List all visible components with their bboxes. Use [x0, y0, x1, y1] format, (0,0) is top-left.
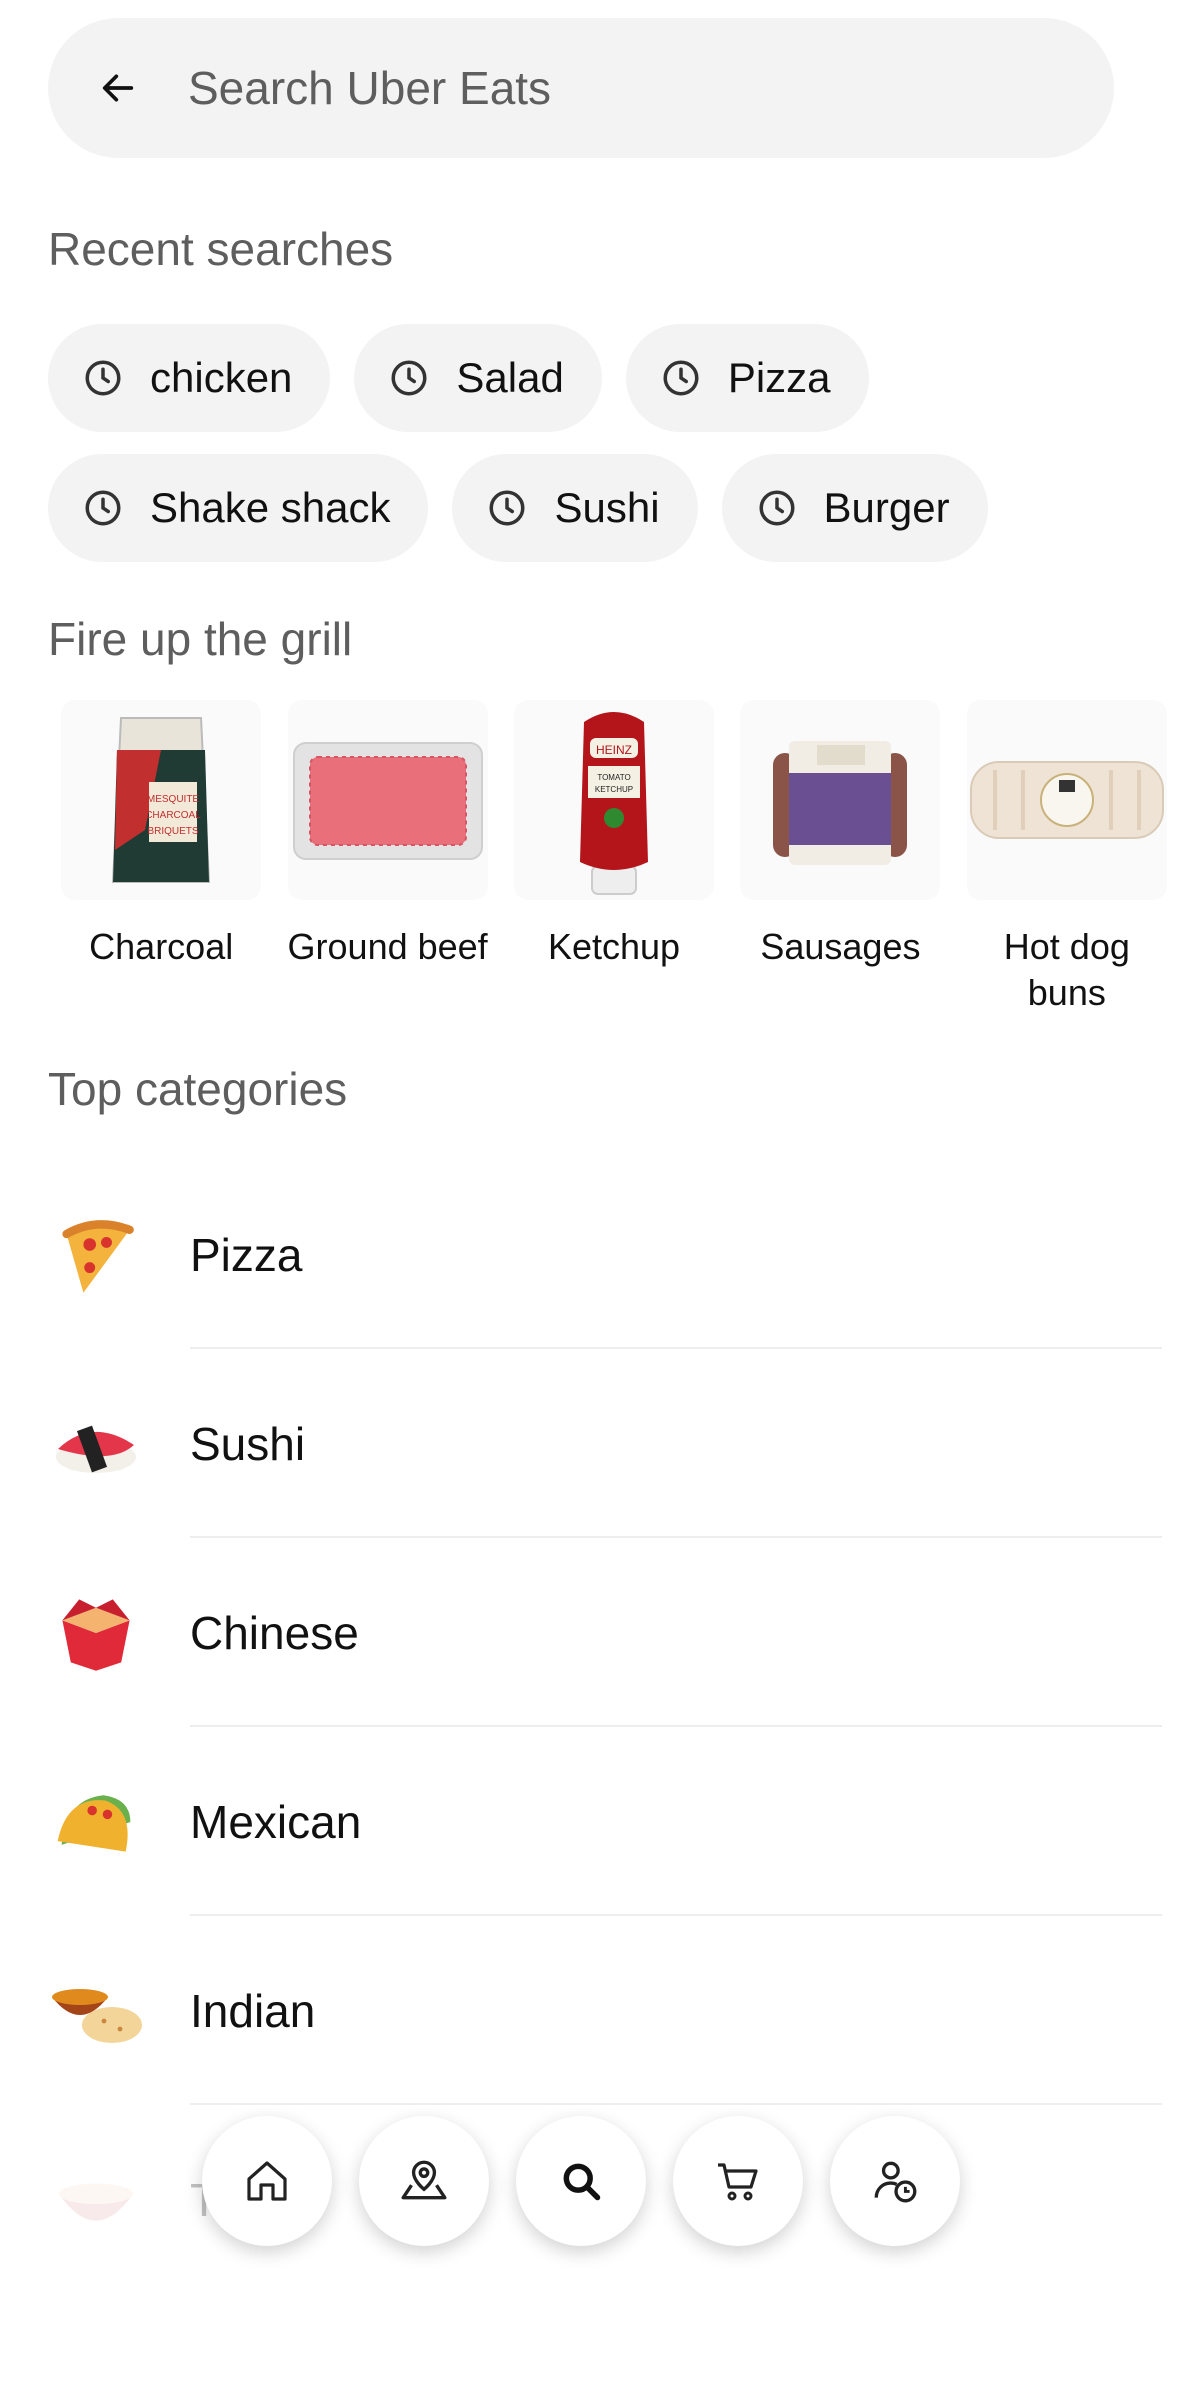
category-row-chinese[interactable]: Chinese: [0, 1538, 1180, 1727]
takeout-box-icon: [48, 1585, 144, 1681]
clock-icon: [82, 487, 124, 529]
home-icon: [247, 2161, 287, 2201]
ground-beef-tray-image: [287, 700, 488, 900]
grill-item-sausages[interactable]: Sausages: [727, 700, 953, 1016]
nav-account-button[interactable]: [830, 2116, 960, 2246]
recent-chips-row-1: chicken Salad Pizza: [48, 324, 869, 432]
taco-icon: [48, 1774, 144, 1870]
nav-search-button[interactable]: [516, 2116, 646, 2246]
cart-icon: [718, 2163, 758, 2201]
grill-item-label: Ketchup: [547, 926, 681, 967]
clock-icon: [82, 357, 124, 399]
grill-item-label: Sausages: [760, 926, 921, 967]
map-pin-icon: [401, 2160, 447, 2200]
svg-text:CHARCOAL: CHARCOAL: [145, 810, 201, 821]
category-label: Indian: [190, 1984, 316, 2037]
recent-searches-title: Recent searches: [48, 223, 394, 275]
clock-icon: [756, 487, 798, 529]
bottom-nav: [202, 2116, 962, 2246]
grill-item-charcoal[interactable]: MESQUITE CHARCOAL BRIQUETS Charcoal: [48, 700, 274, 1016]
category-label: Chinese: [190, 1606, 359, 1659]
category-label: Sushi: [190, 1417, 306, 1470]
svg-text:BRIQUETS: BRIQUETS: [148, 826, 199, 837]
grill-item-ketchup[interactable]: HEINZ TOMATO KETCHUP Ketchup: [501, 700, 727, 1016]
pizza-icon: [48, 1207, 144, 1303]
sausages-pack-image: [740, 700, 941, 900]
search-input[interactable]: Search Uber Eats: [188, 61, 551, 115]
category-label: Mexican: [190, 1795, 362, 1848]
back-button[interactable]: [48, 18, 188, 158]
grill-item-label: Ground beef: [287, 926, 488, 967]
grill-item-hot-dog-buns[interactable]: Hot dog buns: [954, 700, 1180, 1016]
svg-text:KETCHUP: KETCHUP: [595, 785, 633, 794]
recent-chip-pizza[interactable]: Pizza: [625, 324, 869, 432]
clock-icon: [388, 357, 430, 399]
recent-chip-chicken[interactable]: chicken: [48, 324, 331, 432]
grill-section-title: Fire up the grill: [48, 613, 353, 665]
chip-label: Shake shack: [150, 484, 391, 531]
category-row-indian[interactable]: Indian: [0, 1916, 1180, 2105]
search-icon: [563, 2163, 601, 2201]
nav-home-button[interactable]: [202, 2116, 332, 2246]
recent-chips-row-2: Shake shack Sushi Burger: [48, 454, 988, 562]
charcoal-bag-image: MESQUITE CHARCOAL BRIQUETS: [61, 700, 262, 900]
recent-chip-sushi[interactable]: Sushi: [452, 454, 698, 562]
category-row-sushi[interactable]: Sushi: [0, 1349, 1180, 1538]
arrow-left-icon: [102, 74, 134, 102]
clock-icon: [660, 357, 702, 399]
category-row-pizza[interactable]: Pizza: [0, 1160, 1180, 1349]
grill-item-label: Hot dog buns: [1003, 926, 1130, 1013]
curry-icon: [48, 1963, 144, 2059]
top-categories-title: Top categories: [48, 1063, 348, 1115]
nav-browse-button[interactable]: [359, 2116, 489, 2246]
grill-item-ground-beef[interactable]: Ground beef: [274, 700, 500, 1016]
chip-label: chicken: [150, 354, 293, 401]
category-label: Pizza: [190, 1228, 303, 1281]
grill-carousel[interactable]: MESQUITE CHARCOAL BRIQUETS Charcoal Grou…: [48, 700, 1180, 1016]
nav-cart-button[interactable]: [673, 2116, 803, 2246]
search-bar[interactable]: Search Uber Eats: [48, 18, 1114, 158]
chip-label: Salad: [456, 354, 564, 401]
recent-chip-salad[interactable]: Salad: [354, 324, 602, 432]
clock-icon: [486, 487, 528, 529]
sushi-icon: [48, 1396, 144, 1492]
category-row-mexican[interactable]: Mexican: [0, 1727, 1180, 1916]
chip-label: Sushi: [554, 484, 660, 531]
hot-dog-buns-image: [966, 700, 1167, 900]
grill-item-label: Charcoal: [89, 926, 234, 967]
svg-text:TOMATO: TOMATO: [597, 773, 630, 782]
soup-bowl-icon: [48, 2152, 144, 2248]
account-icon: [874, 2161, 917, 2203]
recent-chip-burger[interactable]: Burger: [721, 454, 988, 562]
svg-text:MESQUITE: MESQUITE: [147, 794, 200, 805]
chip-label: Pizza: [727, 354, 831, 401]
recent-chip-shake-shack[interactable]: Shake shack: [48, 454, 429, 562]
chip-label: Burger: [823, 484, 950, 531]
ketchup-bottle-image: HEINZ TOMATO KETCHUP: [514, 700, 715, 900]
svg-text:HEINZ: HEINZ: [596, 743, 632, 757]
